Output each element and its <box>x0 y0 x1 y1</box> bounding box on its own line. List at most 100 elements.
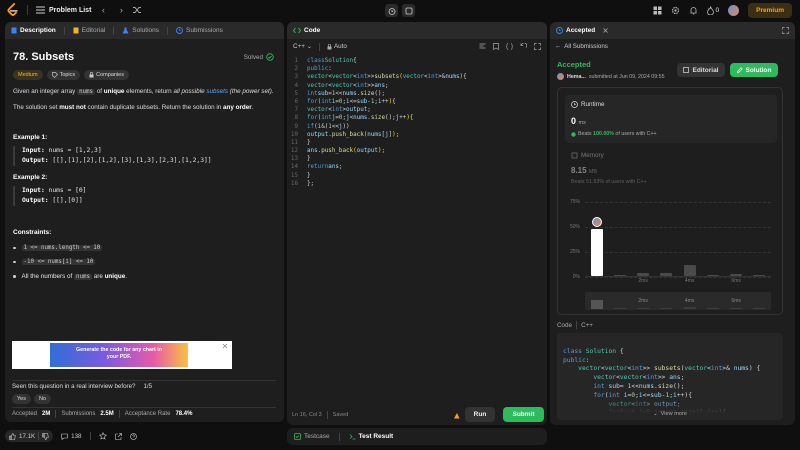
thumbs-down-icon[interactable] <box>42 432 49 440</box>
runtime-bar[interactable] <box>706 274 719 276</box>
prev-problem-icon[interactable]: ‹ <box>97 5 109 15</box>
user-avatar[interactable] <box>728 5 740 16</box>
language-select[interactable]: C++ ⌄ <box>293 43 312 50</box>
bookmark-icon[interactable] <box>493 43 499 50</box>
desc-bold: must not <box>59 103 86 111</box>
editorial-button[interactable]: Editorial <box>677 63 725 77</box>
line-number: 15 <box>290 172 298 179</box>
arrow-left-icon: ← <box>555 42 562 50</box>
minimap-x-tick-label: 4ms <box>684 298 695 304</box>
example-2-box: Input: nums = [0] Output: [[],[0]] <box>13 186 274 206</box>
ad-banner[interactable]: Generate the code for any chart in your … <box>12 341 232 369</box>
code-editor[interactable]: 1 class Solution { 2 public: 3 vector < vect… <box>287 58 547 189</box>
example-output-label: Output: <box>22 157 49 164</box>
x-tick-label: 6ms <box>731 278 741 284</box>
tab-description[interactable]: Description <box>11 27 56 34</box>
no-button[interactable]: No <box>33 394 52 404</box>
constraint-text: are <box>91 273 105 280</box>
leetcode-logo-icon[interactable] <box>6 3 19 17</box>
line-number: 9 <box>294 123 298 130</box>
tab-editorial[interactable]: Editorial <box>73 27 105 34</box>
topics-chip[interactable]: Topics <box>46 70 81 80</box>
braces-icon[interactable] <box>506 43 513 50</box>
solutions-flask-icon <box>122 27 129 34</box>
tab-code[interactable]: Code <box>293 27 320 34</box>
companies-chip[interactable]: Companies <box>84 70 129 80</box>
help-question-icon[interactable] <box>129 432 137 440</box>
runtime-bar-current[interactable] <box>590 229 603 276</box>
notes-button[interactable] <box>402 4 415 17</box>
expand-icon[interactable] <box>534 43 541 50</box>
tab-testcase[interactable]: Testcase <box>294 433 330 440</box>
problem-list-button[interactable]: Problem List <box>36 6 91 14</box>
ad-close-icon[interactable] <box>222 343 228 349</box>
star-favorite-icon[interactable] <box>98 432 107 440</box>
runtime-bar[interactable] <box>683 265 696 276</box>
maximize-icon[interactable] <box>782 27 789 34</box>
memory-chip-icon <box>571 152 578 159</box>
shuffle-icon[interactable] <box>133 6 142 14</box>
streak-counter[interactable]: 0 <box>706 6 719 15</box>
top-bar: Problem List ‹ › 0 Premium <box>0 0 800 21</box>
runtime-distribution-chart[interactable]: 75% 50% 25% 0% 2ms 4ms 6ms 2ms 4ms 6ms <box>558 192 782 312</box>
comments-count: 138 <box>71 432 82 440</box>
desc-bold: any order <box>223 103 252 111</box>
runtime-bar[interactable] <box>660 273 673 276</box>
subsets-link[interactable]: subsets <box>206 88 228 95</box>
problem-footer: 17.1K 138 <box>5 429 137 443</box>
all-submissions-link[interactable]: ← All Submissions <box>550 39 795 53</box>
desc-text: elements, return <box>124 88 174 95</box>
chevron-down-icon: ⌄ <box>306 44 312 50</box>
tab-description-label: Description <box>20 27 56 34</box>
interview-question: Seen this question in a real interview b… <box>12 381 152 391</box>
constraint-text: . <box>125 273 127 280</box>
memory-unit: MB <box>588 169 598 175</box>
reset-icon[interactable] <box>520 43 527 50</box>
line-number: 5 <box>294 90 298 97</box>
format-lines-icon[interactable] <box>479 43 486 50</box>
x-tick-label: 2ms <box>638 278 648 284</box>
line-number: 11 <box>290 139 298 146</box>
notification-bell-icon[interactable] <box>689 6 698 15</box>
runtime-bar[interactable] <box>753 274 766 276</box>
comments-button[interactable]: 138 <box>61 432 82 440</box>
line-number: 7 <box>294 107 298 114</box>
line-number: 8 <box>294 115 298 122</box>
solved-label: Solved <box>243 53 263 61</box>
auto-mode-toggle[interactable]: Auto <box>327 43 347 50</box>
chart-minimap[interactable]: 2ms 4ms 6ms <box>585 292 771 310</box>
runtime-stat[interactable]: Runtime 0 ms Beats 100.00% of users with… <box>565 95 777 143</box>
tab-test-result[interactable]: Test Result <box>349 433 393 440</box>
runtime-bar[interactable] <box>730 274 743 276</box>
like-button[interactable]: 17.1K <box>5 430 54 442</box>
memory-stat[interactable]: Memory 8.15 MB Beats 51.93% of users wit… <box>565 148 777 188</box>
view-more-label: View more <box>660 411 687 417</box>
yes-button[interactable]: Yes <box>12 394 31 404</box>
submit-button[interactable]: Submit <box>503 407 544 422</box>
check-circle-icon <box>266 53 274 61</box>
runtime-bar[interactable] <box>613 274 626 276</box>
submission-time: submitted at Jun 09, 2024 09:55 <box>588 73 665 80</box>
tab-submissions[interactable]: Submissions <box>176 27 223 34</box>
debug-icon[interactable] <box>453 412 460 419</box>
auto-label: Auto <box>333 43 347 50</box>
tab-accepted[interactable]: Accepted <box>556 27 595 34</box>
runtime-bar[interactable] <box>637 273 650 276</box>
next-problem-icon[interactable]: › <box>115 5 127 15</box>
premium-button[interactable]: Premium <box>748 3 792 18</box>
layout-icon[interactable] <box>653 6 662 15</box>
tab-solutions[interactable]: Solutions <box>122 27 159 34</box>
close-tab-icon[interactable] <box>603 28 609 33</box>
view-more-button[interactable]: ⌄ View more <box>557 411 783 417</box>
settings-gear-icon[interactable] <box>671 6 680 15</box>
timer-button[interactable] <box>385 4 398 17</box>
accepted-stat-label: Accepted <box>12 411 38 417</box>
chevron-down-icon: ⌄ <box>652 411 658 417</box>
solution-button[interactable]: Solution <box>730 63 778 77</box>
submitter-name[interactable]: Hema... <box>567 74 586 80</box>
constraint-code: -10 <= nums[i] <= 10 <box>21 259 96 265</box>
submissions-stat-value: 2.5M <box>100 411 114 417</box>
run-button[interactable]: Run <box>465 407 495 422</box>
share-icon[interactable] <box>114 432 122 440</box>
y-tick-label: 75% <box>569 199 580 205</box>
